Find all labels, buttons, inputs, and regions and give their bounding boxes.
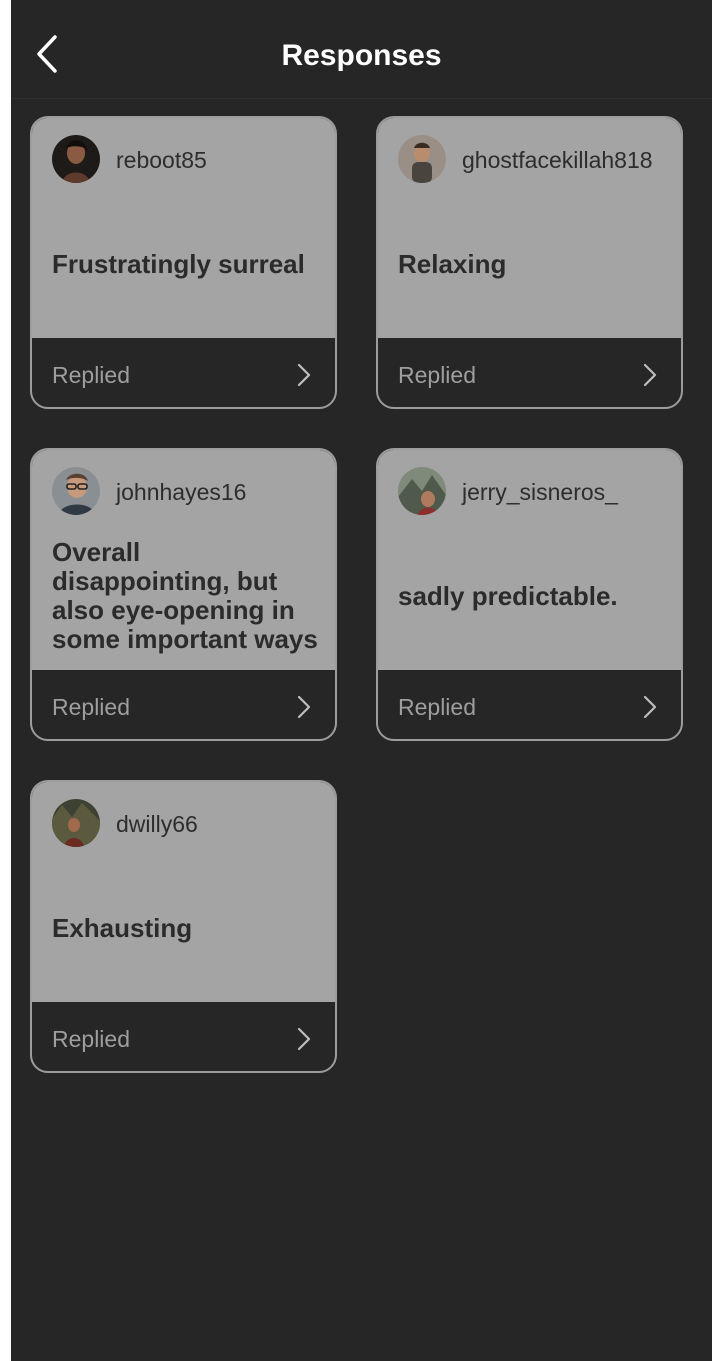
page-title: Responses [281,39,442,72]
response-card[interactable]: dwilly66 Exhausting Replied [30,780,337,1073]
status-label: Replied [52,1026,130,1052]
card-content: dwilly66 Exhausting [32,782,335,1002]
card-content: reboot85 Frustratingly surreal [32,118,335,338]
response-text: Frustratingly surreal [52,248,305,279]
header: Responses [11,0,712,99]
card-footer: Replied [32,1002,335,1071]
response-text: Relaxing [398,248,507,279]
chevron-right-icon [297,363,311,387]
status-label: Replied [52,362,130,388]
chevron-right-icon [643,363,657,387]
username: jerry_sisneros_ [462,479,618,505]
username: dwilly66 [116,811,198,837]
response-text: sadly predictable. [398,580,618,611]
chevron-right-icon [643,695,657,719]
avatar [52,799,100,847]
username: johnhayes16 [116,479,247,505]
card-content: jerry_sisneros_ sadly predictable. [378,450,681,670]
username: ghostfacekillah818 [462,147,653,173]
avatar [52,467,100,515]
avatar [398,135,446,183]
card-footer: Replied [32,670,335,739]
response-text-container: Overall disappointing, but also eye-open… [52,526,322,666]
response-text-container: sadly predictable. [398,526,668,666]
chevron-right-icon [297,695,311,719]
card-content: johnhayes16 Overall disappointing, but a… [32,450,335,670]
username: reboot85 [116,147,207,173]
response-card[interactable]: ghostfacekillah818 Relaxing Replied [376,116,683,409]
avatar [398,467,446,515]
chevron-right-icon [297,1027,311,1051]
response-card[interactable]: jerry_sisneros_ sadly predictable. Repli… [376,448,683,741]
card-footer: Replied [378,338,681,407]
avatar [52,135,100,183]
response-card[interactable]: reboot85 Frustratingly surreal Replied [30,116,337,409]
response-text-container: Frustratingly surreal [52,194,322,334]
card-footer: Replied [378,670,681,739]
response-text: Exhausting [52,912,193,943]
responses-screen: Responses reboot85 Frustratingly surreal… [11,0,712,1361]
response-text-container: Exhausting [52,858,322,998]
status-label: Replied [398,362,476,388]
card-content: ghostfacekillah818 Relaxing [378,118,681,338]
card-footer: Replied [32,338,335,407]
response-text: Overall disappointing, but also eye-open… [52,537,318,654]
response-card[interactable]: johnhayes16 Overall disappointing, but a… [30,448,337,741]
status-label: Replied [52,694,130,720]
response-text-container: Relaxing [398,194,668,334]
status-label: Replied [398,694,476,720]
